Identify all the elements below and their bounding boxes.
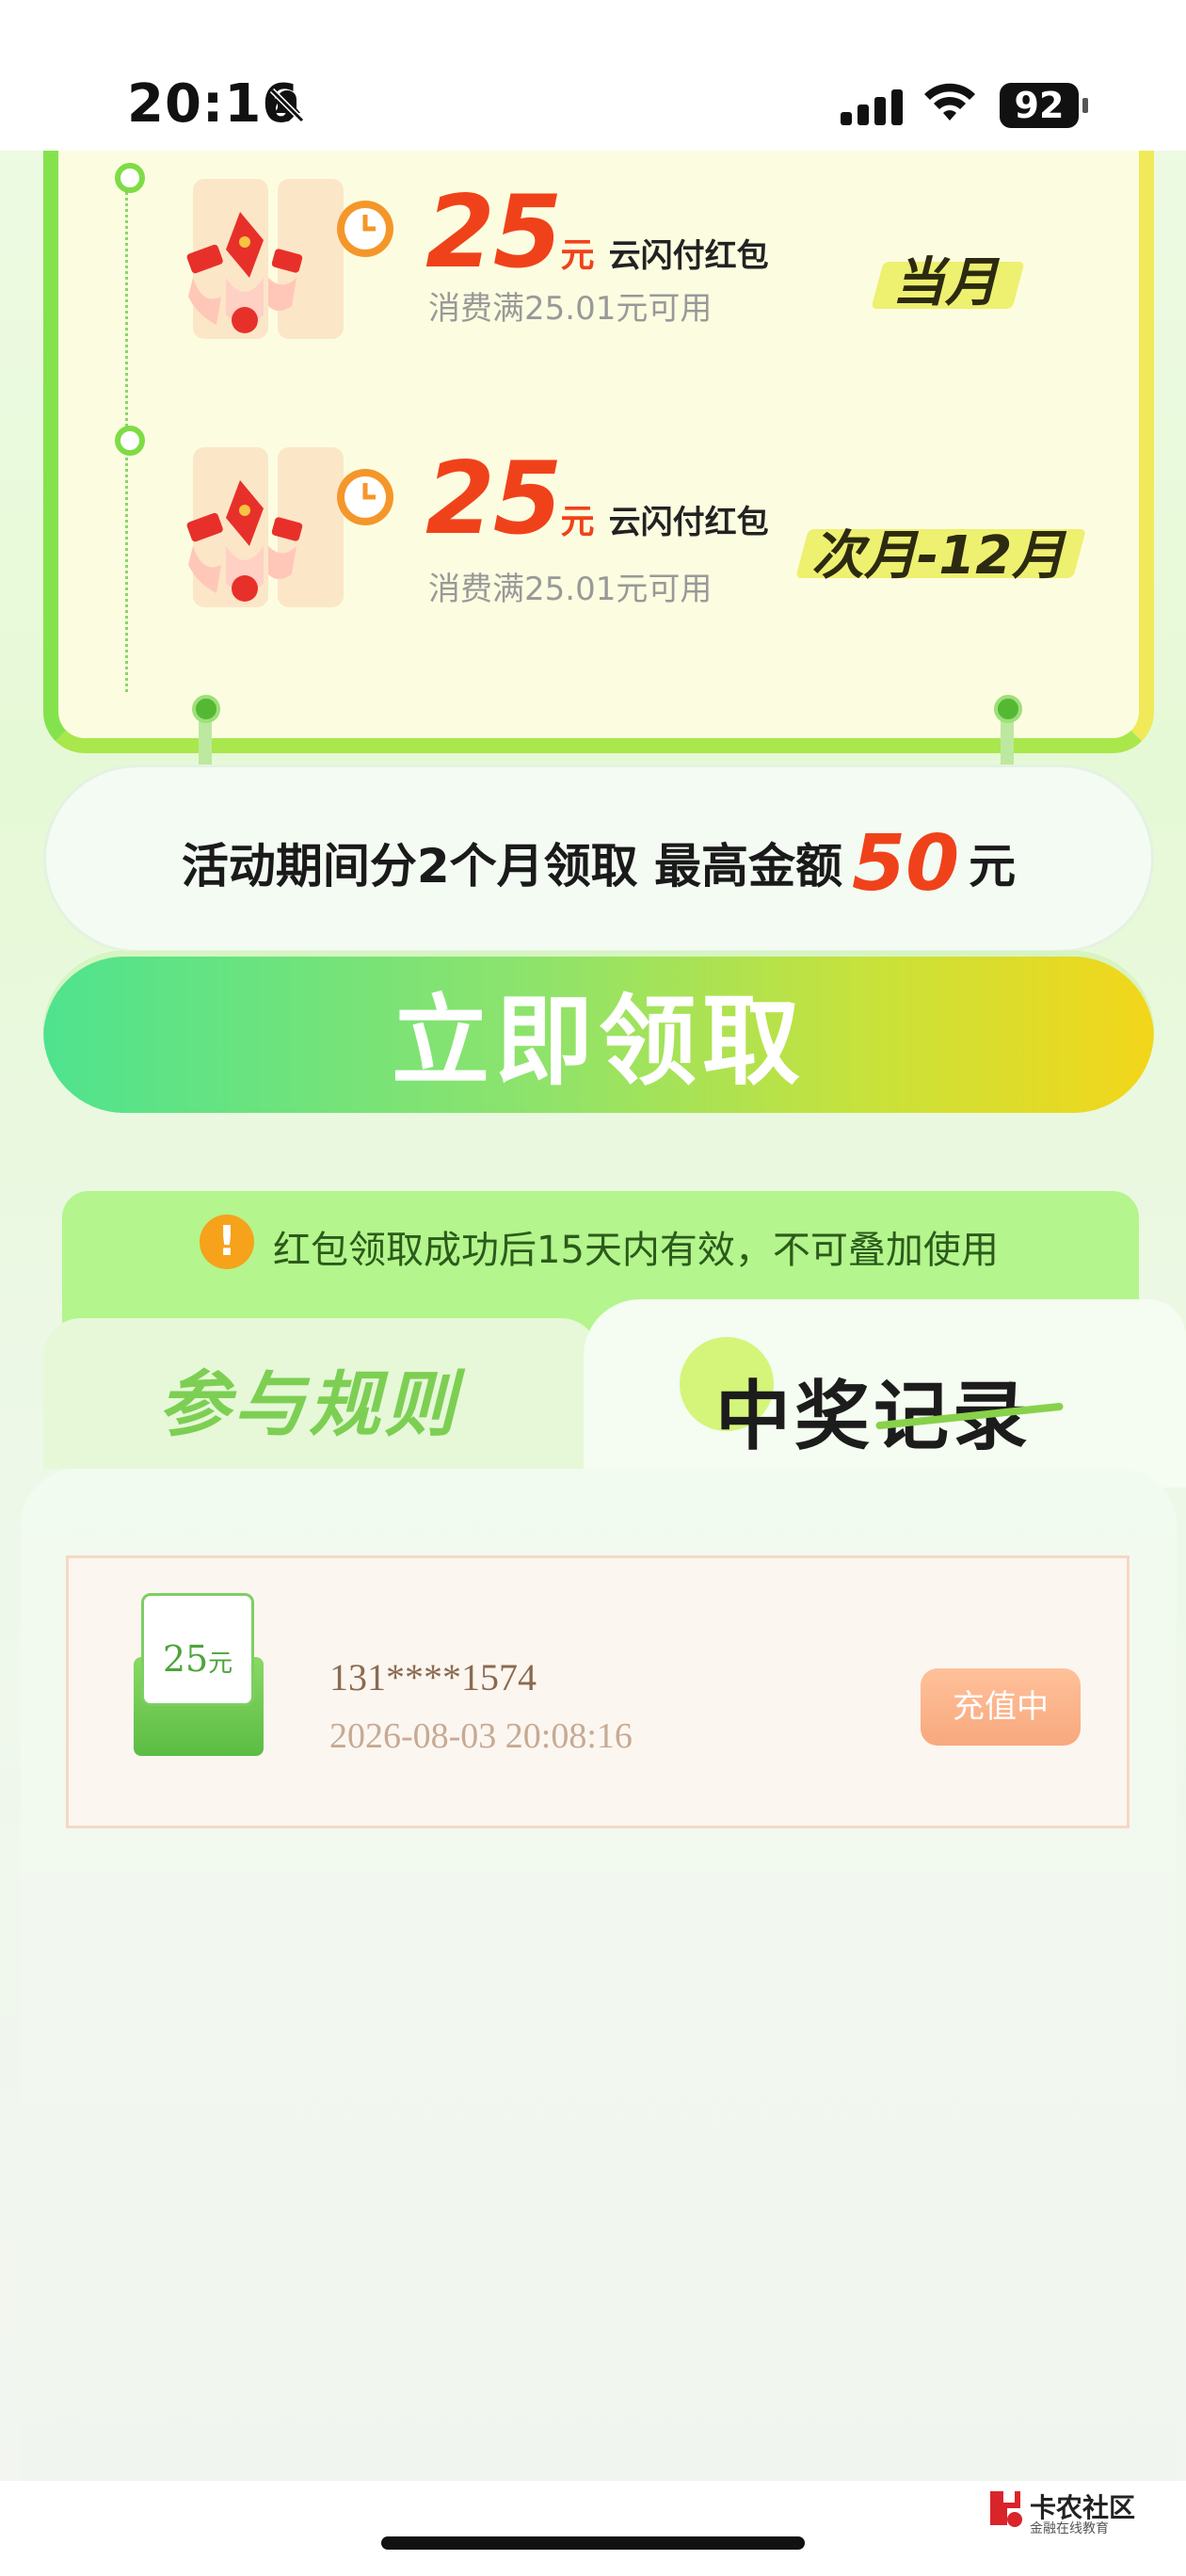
coupon-unit: 元 bbox=[560, 236, 595, 275]
watermark-slogan: 金融在线教育 bbox=[1030, 2521, 1109, 2536]
banner-max-amount: 50 bbox=[852, 819, 960, 909]
record-status-badge: 充值中 bbox=[921, 1668, 1081, 1746]
notice-text: 红包领取成功后15天内有效，不可叠加使用 bbox=[273, 1229, 999, 1272]
red-envelope-icon bbox=[186, 447, 344, 607]
max-amount-text: 活动期间分2个月领取 最高金额 50 元 bbox=[43, 819, 1154, 909]
bell-muted-icon bbox=[269, 88, 305, 123]
coupon-amount: 25 bbox=[425, 174, 563, 290]
banner-suffix: 元 bbox=[969, 839, 1017, 894]
coupon-amount-row: 25元 云闪付红包 bbox=[425, 441, 769, 556]
coupon-period: 当月 bbox=[892, 252, 998, 314]
red-envelope-icon bbox=[186, 179, 344, 339]
ticket-amount: 25元 bbox=[141, 1638, 254, 1680]
timeline-dot bbox=[115, 426, 145, 456]
connector-pin bbox=[994, 695, 1022, 723]
coupon-amount: 25 bbox=[425, 441, 563, 556]
claim-now-button[interactable]: 立即领取 bbox=[43, 951, 1154, 1113]
timeline-dot bbox=[115, 163, 145, 193]
kanong-logo-icon bbox=[990, 2491, 1022, 2527]
cellular-signal-icon bbox=[841, 89, 908, 125]
record-phone: 131****1574 bbox=[329, 1656, 537, 1699]
coupon-type: 云闪付红包 bbox=[608, 237, 769, 275]
tab-rules-label[interactable]: 参与规则 bbox=[158, 1346, 459, 1450]
warning-icon: ! bbox=[200, 1215, 254, 1269]
banner-prefix: 活动期间分2个月领取 最高金额 bbox=[181, 839, 843, 894]
clock-icon bbox=[337, 469, 393, 525]
coupon-type: 云闪付红包 bbox=[608, 504, 769, 541]
coupon-condition: 消费满25.01元可用 bbox=[428, 290, 713, 328]
clock-icon bbox=[337, 201, 393, 257]
coupon-unit: 元 bbox=[560, 503, 595, 541]
home-indicator[interactable] bbox=[381, 2536, 805, 2550]
ticket-amount-unit: 元 bbox=[208, 1650, 233, 1678]
record-time: 2026-08-03 20:08:16 bbox=[329, 1716, 633, 1756]
battery-indicator: 92 bbox=[1000, 83, 1079, 128]
ticket-amount-value: 25 bbox=[162, 1638, 209, 1680]
coupon-amount-row: 25元 云闪付红包 bbox=[425, 174, 769, 290]
battery-nub bbox=[1082, 98, 1088, 113]
wifi-icon bbox=[924, 83, 975, 121]
coupon-period: 次月-12月 bbox=[811, 525, 1066, 587]
coupon-condition: 消费满25.01元可用 bbox=[428, 571, 713, 608]
connector-pin bbox=[192, 695, 220, 723]
